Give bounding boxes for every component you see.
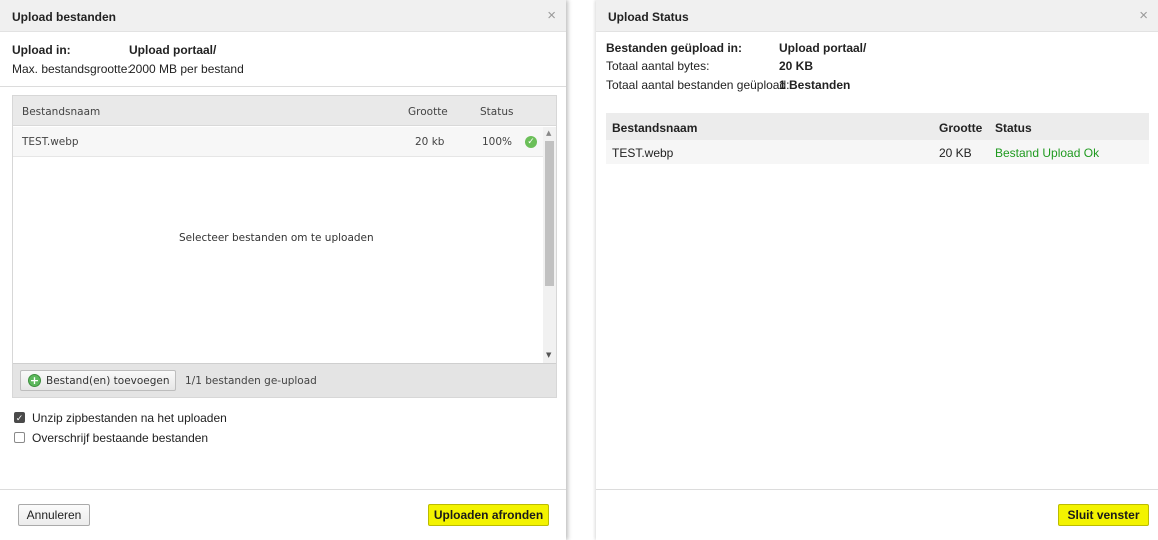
max-size-value: 2000 MB per bestand bbox=[129, 62, 244, 76]
file-table-header: Bestandsnaam Grootte Status bbox=[13, 96, 556, 126]
max-size-label: Max. bestandsgrootte: bbox=[12, 62, 131, 76]
upload-progress-text: 1/1 bestanden ge-upload bbox=[185, 375, 317, 387]
file-size: 20 kb bbox=[415, 136, 445, 148]
column-header-filename[interactable]: Bestandsnaam bbox=[22, 106, 100, 118]
table-row[interactable]: TEST.webp 20 kb 100% ✓ bbox=[13, 127, 544, 157]
column-header-status[interactable]: Status bbox=[480, 106, 513, 118]
status-dialog-titlebar: Upload Status × bbox=[596, 0, 1158, 32]
scrollbar-thumb[interactable] bbox=[545, 141, 554, 286]
finish-upload-button[interactable]: Uploaden afronden bbox=[428, 504, 549, 526]
column-header-size[interactable]: Grootte bbox=[408, 106, 448, 118]
uploaded-in-value: Upload portaal/ bbox=[779, 41, 867, 55]
upload-status-dialog: Upload Status × Bestanden geüpload in: U… bbox=[596, 0, 1158, 540]
uploaded-in-label: Bestanden geüpload in: bbox=[606, 41, 743, 55]
upload-in-value: Upload portaal/ bbox=[129, 43, 217, 57]
table-row: TEST.webp 20 KB Bestand Upload Ok bbox=[606, 140, 1149, 164]
overwrite-checkbox[interactable] bbox=[14, 432, 25, 443]
plus-circle-icon: + bbox=[28, 374, 41, 387]
check-circle-icon: ✓ bbox=[525, 136, 537, 148]
upload-dialog: Upload bestanden × Upload in: Upload por… bbox=[0, 0, 566, 540]
footer-divider bbox=[596, 489, 1158, 490]
scrollbar[interactable]: ▲ ▼ bbox=[543, 127, 556, 363]
add-files-label: Bestand(en) toevoegen bbox=[46, 375, 170, 387]
status-dialog-title: Upload Status bbox=[608, 10, 689, 24]
divider bbox=[0, 86, 566, 87]
scroll-down-icon[interactable]: ▼ bbox=[546, 351, 551, 359]
total-files-label: Totaal aantal bestanden geüpload: bbox=[606, 78, 790, 92]
column-header-filename: Bestandsnaam bbox=[612, 121, 698, 135]
total-bytes-value: 20 KB bbox=[779, 59, 814, 73]
overwrite-label: Overschrijf bestaande bestanden bbox=[32, 431, 209, 445]
close-icon[interactable]: × bbox=[1139, 8, 1148, 23]
file-upload-panel: Bestandsnaam Grootte Status TEST.webp 20… bbox=[12, 95, 557, 398]
scroll-up-icon[interactable]: ▲ bbox=[546, 129, 551, 137]
upload-dialog-titlebar: Upload bestanden × bbox=[0, 0, 566, 32]
upload-status-text: Bestand Upload Ok bbox=[995, 146, 1100, 160]
upload-in-label: Upload in: bbox=[12, 43, 71, 57]
file-name: TEST.webp bbox=[612, 146, 674, 160]
upload-dialog-title: Upload bestanden bbox=[12, 10, 117, 24]
file-name: TEST.webp bbox=[22, 136, 79, 148]
close-window-button[interactable]: Sluit venster bbox=[1058, 504, 1149, 526]
file-size: 20 KB bbox=[939, 146, 972, 160]
unzip-label: Unzip zipbestanden na het uploaden bbox=[32, 411, 227, 425]
cancel-button[interactable]: Annuleren bbox=[18, 504, 90, 526]
unzip-checkbox[interactable]: ✓ bbox=[14, 412, 25, 423]
status-table-header: Bestandsnaam Grootte Status bbox=[606, 113, 1149, 140]
file-progress: 100% bbox=[482, 136, 513, 148]
close-icon[interactable]: × bbox=[547, 8, 556, 23]
file-panel-footer: + Bestand(en) toevoegen 1/1 bestanden ge… bbox=[13, 363, 556, 397]
column-header-size: Grootte bbox=[939, 121, 983, 135]
column-header-status: Status bbox=[995, 121, 1032, 135]
add-files-button[interactable]: + Bestand(en) toevoegen bbox=[20, 370, 176, 391]
empty-hint: Selecteer bestanden om te uploaden bbox=[179, 232, 374, 244]
footer-divider bbox=[0, 489, 566, 490]
total-files-value: 1 Bestanden bbox=[779, 78, 851, 92]
total-bytes-label: Totaal aantal bytes: bbox=[606, 59, 710, 73]
